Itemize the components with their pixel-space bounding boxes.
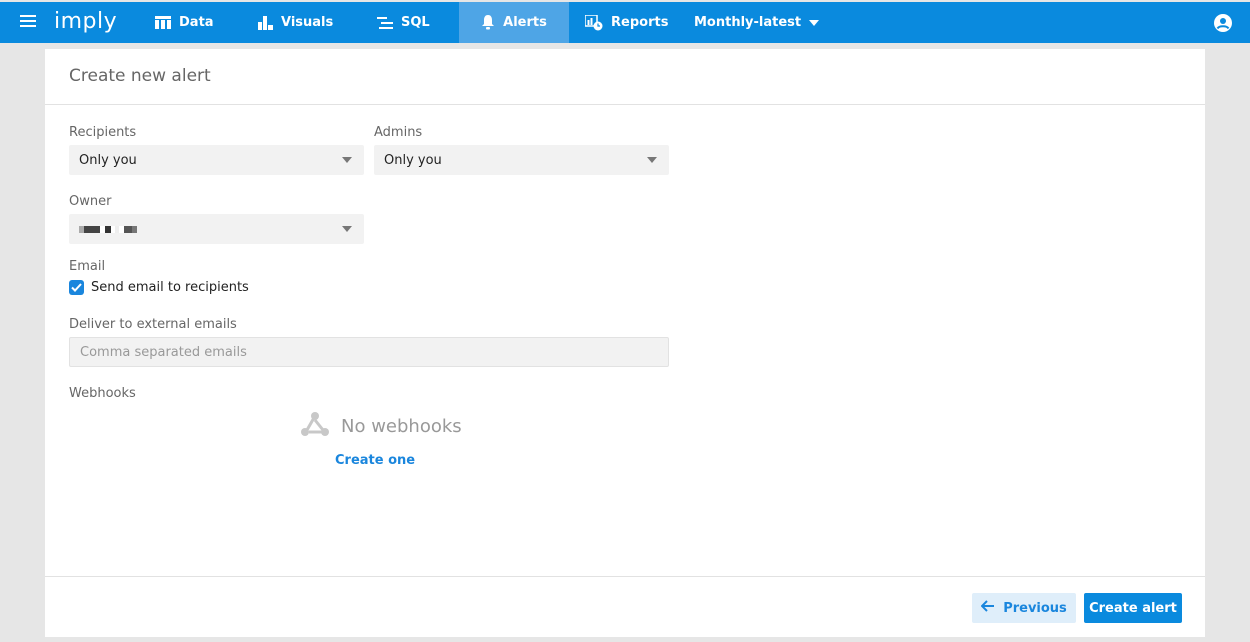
- send-email-checkbox[interactable]: [69, 280, 84, 295]
- webhooks-label: Webhooks: [69, 386, 136, 401]
- nav-tab-sql[interactable]: SQL: [377, 2, 430, 43]
- no-webhooks-text: No webhooks: [341, 415, 462, 437]
- table-icon: [155, 16, 171, 29]
- caret-down-icon: [647, 157, 657, 163]
- form-footer: Previous Create alert: [45, 576, 1205, 637]
- datasource-dropdown[interactable]: Monthly-latest: [694, 2, 820, 43]
- recipients-label: Recipients: [69, 125, 137, 140]
- recipients-value: Only you: [79, 152, 137, 168]
- user-account-icon[interactable]: [1214, 14, 1232, 32]
- create-alert-panel: Create new alert Recipients Only you Adm…: [45, 49, 1205, 637]
- nav-tab-label: Reports: [611, 15, 669, 30]
- create-alert-button[interactable]: Create alert: [1084, 593, 1182, 623]
- caret-down-icon: [342, 226, 352, 232]
- page-title: Create new alert: [45, 49, 1205, 105]
- send-email-checkbox-row[interactable]: Send email to recipients: [69, 280, 249, 295]
- nav-tab-label: Visuals: [281, 15, 334, 30]
- create-webhook-link[interactable]: Create one: [335, 453, 415, 468]
- external-emails-input[interactable]: [69, 337, 669, 367]
- admins-select[interactable]: Only you: [374, 145, 669, 175]
- admins-value: Only you: [384, 152, 442, 168]
- owner-label: Owner: [69, 194, 112, 209]
- hamburger-menu-icon[interactable]: [20, 15, 36, 29]
- top-navigation-bar: imply Data Visuals SQL Alerts Reports Mo…: [0, 2, 1250, 43]
- report-clock-icon: [585, 14, 603, 31]
- nav-tab-visuals[interactable]: Visuals: [258, 2, 333, 43]
- nav-tab-label: SQL: [401, 15, 430, 30]
- checkmark-icon: [71, 283, 82, 292]
- previous-label: Previous: [1003, 600, 1067, 616]
- datasource-label: Monthly-latest: [694, 15, 802, 30]
- arrow-left-icon: [980, 600, 995, 616]
- admins-label: Admins: [374, 125, 423, 140]
- sql-icon: [377, 16, 393, 29]
- webhook-icon: [301, 411, 329, 441]
- caret-down-icon: [342, 157, 352, 163]
- nav-tab-label: Alerts: [503, 15, 547, 30]
- owner-select[interactable]: [69, 214, 364, 244]
- owner-value-redacted: [79, 225, 137, 233]
- bell-icon: [481, 15, 495, 30]
- nav-tab-reports[interactable]: Reports: [585, 2, 668, 43]
- imply-logo[interactable]: imply: [54, 9, 117, 34]
- bar-chart-icon: [258, 15, 273, 30]
- nav-tab-alerts[interactable]: Alerts: [459, 2, 569, 43]
- nav-tab-data[interactable]: Data: [155, 2, 214, 43]
- webhooks-empty-state: No webhooks: [301, 411, 462, 441]
- nav-tab-label: Data: [179, 15, 214, 30]
- previous-button[interactable]: Previous: [972, 593, 1076, 623]
- caret-down-icon: [809, 19, 820, 26]
- external-emails-label: Deliver to external emails: [69, 317, 237, 332]
- recipients-select[interactable]: Only you: [69, 145, 364, 175]
- email-label: Email: [69, 259, 106, 274]
- send-email-label: Send email to recipients: [91, 280, 249, 295]
